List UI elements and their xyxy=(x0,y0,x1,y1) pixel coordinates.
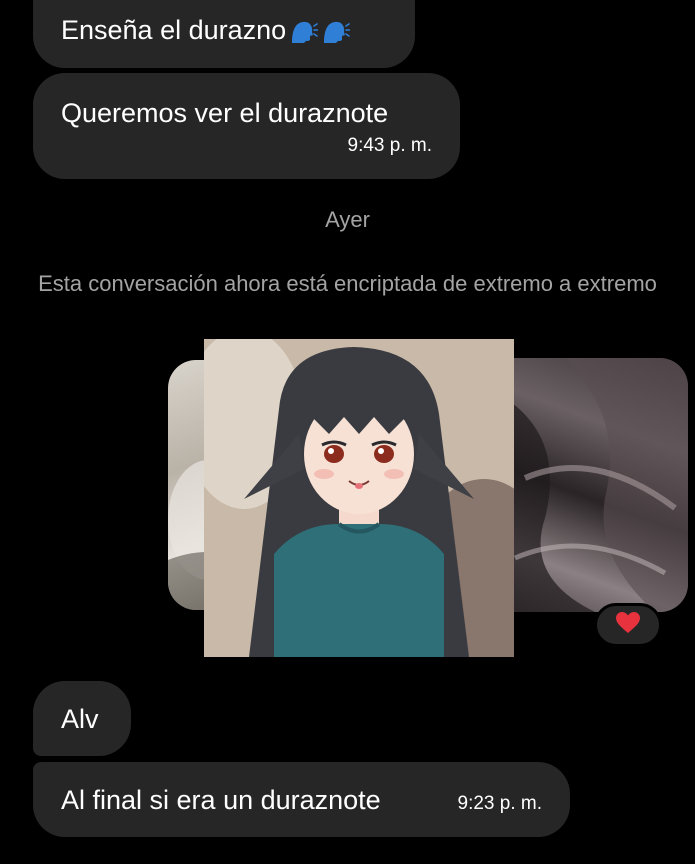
message-text: Queremos ver el duraznote xyxy=(61,98,389,128)
day-separator: Ayer xyxy=(325,207,370,232)
message-reaction[interactable] xyxy=(594,603,662,647)
photo-main-anime-illustration[interactable] xyxy=(204,339,514,657)
message-bubble-2[interactable]: Queremos ver el duraznote 9:43 p. m. xyxy=(33,73,460,179)
message-timestamp: 9:23 p. m. xyxy=(457,793,543,814)
message-bubble-3[interactable]: Alv xyxy=(33,681,131,756)
anime-girl-illustration xyxy=(204,339,514,657)
photo-right-content xyxy=(505,358,688,612)
message-text: Al final si era un duraznote xyxy=(61,785,381,815)
message-bubble-1[interactable]: Enseña el durazno xyxy=(33,0,415,68)
speaking-head-icon xyxy=(288,17,319,52)
message-timestamp: 9:43 p. m. xyxy=(347,135,433,156)
encryption-notice: Esta conversación ahora está encriptada … xyxy=(38,271,657,296)
message-text: Alv xyxy=(61,704,99,734)
message-text: Enseña el durazno xyxy=(61,15,287,45)
speaking-head-icon xyxy=(320,17,351,52)
message-bubble-4[interactable]: Al final si era un duraznote 9:23 p. m. xyxy=(33,762,570,837)
photo-stack-back-right[interactable] xyxy=(505,358,688,612)
red-heart-icon xyxy=(615,611,641,640)
